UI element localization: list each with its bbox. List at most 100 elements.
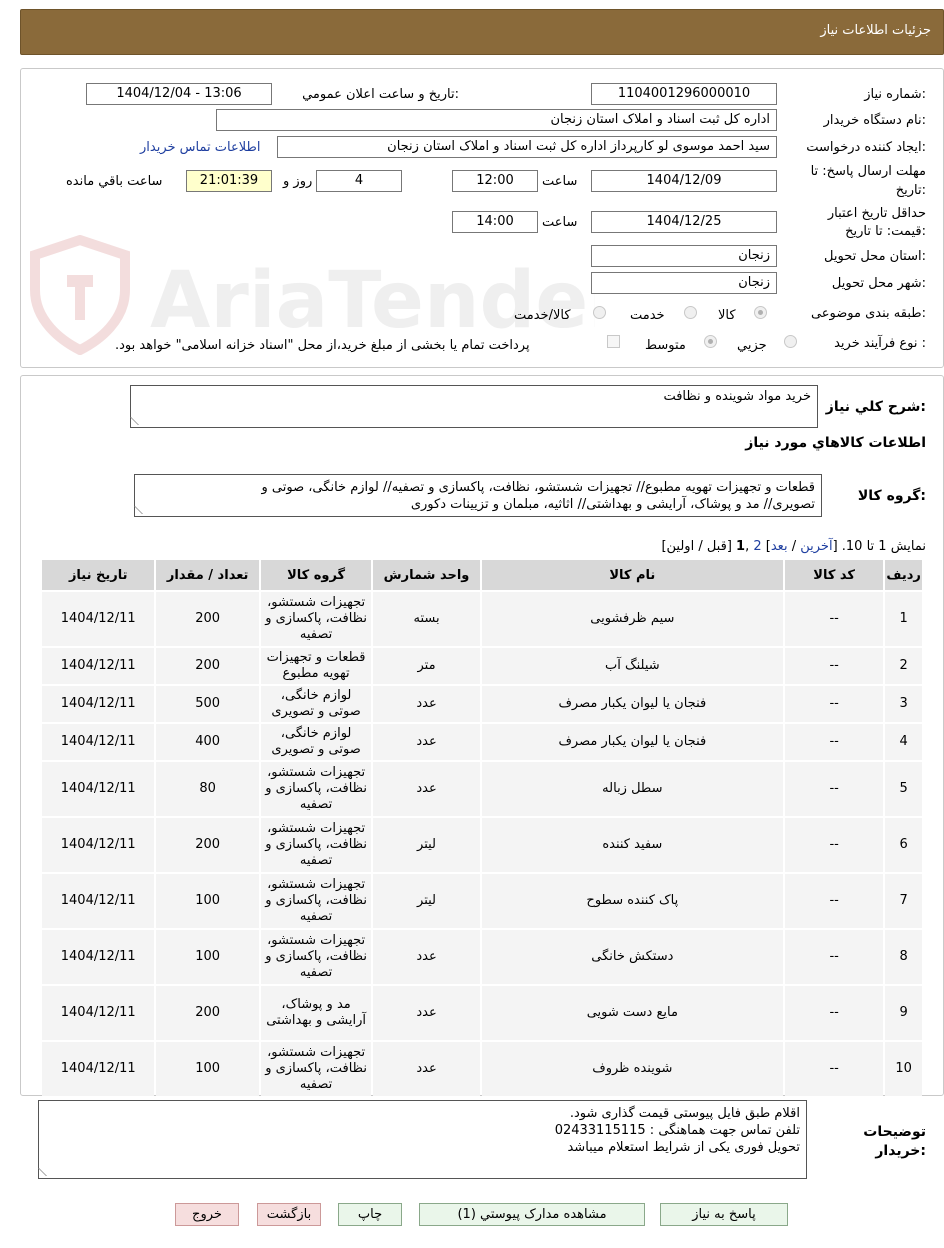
cell-item-name: شوینده ظروف bbox=[481, 1042, 783, 1096]
category-radio-goods-service[interactable] bbox=[593, 306, 606, 319]
cell-item-name: سطل زباله bbox=[481, 762, 783, 816]
cell-quantity: 200 bbox=[156, 986, 259, 1040]
cell-quantity: 100 bbox=[156, 874, 259, 928]
cell-item-group: تجهیزات شستشو، نظافت، پاکسازی و تصفیه bbox=[260, 762, 372, 816]
validity-date-field: 1404/12/25 bbox=[591, 211, 777, 233]
page-header: جزئیات اطلاعات نیاز bbox=[20, 9, 944, 55]
category-label: طبقه بندی موضوعی: bbox=[810, 306, 926, 321]
validity-label-2: قیمت: تا تاریخ: bbox=[845, 224, 926, 239]
cell-item-code: -- bbox=[784, 762, 884, 816]
col-header-need-date: تاریخ نیاز bbox=[42, 560, 155, 590]
goods-group-textarea[interactable]: قطعات و تجهیزات تهویه مطبوع// تجهیزات شس… bbox=[134, 474, 822, 517]
city-field: زنجان bbox=[591, 272, 777, 294]
cell-item-code: -- bbox=[784, 818, 884, 872]
process-option-medium: متوسط bbox=[645, 338, 686, 353]
category-radio-goods[interactable] bbox=[754, 306, 767, 319]
cell-need-date: 1404/12/11 bbox=[42, 1042, 155, 1096]
cell-item-name: سیم ظرفشویی bbox=[481, 592, 783, 646]
treasury-payment-note: پرداخت تمام یا بخشی از مبلغ خرید،از محل … bbox=[115, 338, 530, 353]
pager-rest: [قبل / اولین] bbox=[661, 539, 737, 554]
cell-row-number: 10 bbox=[885, 1042, 922, 1096]
cell-unit: عدد bbox=[373, 1042, 480, 1096]
cell-need-date: 1404/12/11 bbox=[42, 818, 155, 872]
print-button[interactable]: چاپ bbox=[338, 1203, 402, 1226]
cell-item-name: شیلنگ آب bbox=[481, 648, 783, 684]
table-row: 8 -- دستکش خانگی عدد تجهیزات شستشو، نظافت، پ… bbox=[42, 930, 922, 984]
notes-line-3: تحویل فوری یکی از شرایط استعلام میباشد bbox=[567, 1140, 800, 1155]
treasury-payment-checkbox[interactable] bbox=[607, 335, 620, 348]
exit-button[interactable]: خروج bbox=[175, 1203, 239, 1226]
cell-quantity: 80 bbox=[156, 762, 259, 816]
cell-need-date: 1404/12/11 bbox=[42, 686, 155, 722]
col-header-unit: واحد شمارش bbox=[373, 560, 480, 590]
buyer-contact-link[interactable]: اطلاعات تماس خریدار bbox=[140, 140, 260, 155]
cell-item-group: مد و پوشاک، آرایشی و بهداشتی bbox=[260, 986, 372, 1040]
deadline-time-field: 12:00 bbox=[452, 170, 538, 192]
cell-item-code: -- bbox=[784, 592, 884, 646]
cell-item-code: -- bbox=[784, 874, 884, 928]
cell-item-group: تجهیزات شستشو، نظافت، پاکسازی و تصفیه bbox=[260, 874, 372, 928]
goods-group-line-1: قطعات و تجهیزات تهویه مطبوع// تجهیزات شس… bbox=[261, 480, 815, 495]
pager-page-2-link[interactable]: 2 bbox=[753, 539, 761, 554]
pager-close: ] bbox=[761, 539, 771, 554]
table-row: 10 -- شوینده ظروف عدد تجهیزات شستشو، نظافت، … bbox=[42, 1042, 922, 1096]
cell-item-group: تجهیزات شستشو، نظافت، پاکسازی و تصفیه bbox=[260, 818, 372, 872]
deadline-time-label: ساعت bbox=[542, 174, 578, 189]
cell-unit: عدد bbox=[373, 724, 480, 760]
pager-last-link[interactable]: آخرین bbox=[800, 539, 832, 554]
cell-item-group: تجهیزات شستشو، نظافت، پاکسازی و تصفیه bbox=[260, 592, 372, 646]
remaining-time-field: 21:01:39 bbox=[186, 170, 272, 192]
cell-need-date: 1404/12/11 bbox=[42, 592, 155, 646]
requester-label: ایجاد کننده درخواست: bbox=[806, 140, 926, 155]
view-attachments-button[interactable]: مشاهده مدارک پیوستي (1) bbox=[419, 1203, 645, 1226]
table-row: 3 -- فنجان یا لیوان یکبار مصرف عدد لوازم خان… bbox=[42, 686, 922, 722]
cell-item-group: قطعات و تجهیزات تهویه مطبوع bbox=[260, 648, 372, 684]
cell-row-number: 1 bbox=[885, 592, 922, 646]
cell-row-number: 7 bbox=[885, 874, 922, 928]
category-radio-service[interactable] bbox=[684, 306, 697, 319]
deadline-label: مهلت ارسال پاسخ: تا bbox=[810, 164, 926, 179]
cell-row-number: 4 bbox=[885, 724, 922, 760]
cell-quantity: 400 bbox=[156, 724, 259, 760]
buyer-org-label: نام دستگاه خریدار: bbox=[823, 113, 926, 128]
process-radio-medium[interactable] bbox=[704, 335, 717, 348]
col-header-item-code: کد کالا bbox=[784, 560, 884, 590]
back-button[interactable]: بازگشت bbox=[257, 1203, 321, 1226]
resize-grip-icon[interactable] bbox=[130, 417, 147, 425]
cell-need-date: 1404/12/11 bbox=[42, 648, 155, 684]
cell-item-name: مایع دست شویی bbox=[481, 986, 783, 1040]
cell-item-code: -- bbox=[784, 1042, 884, 1096]
summary-label: شرح کلي نیاز: bbox=[825, 399, 926, 415]
cell-item-name: پاک کننده سطوح bbox=[481, 874, 783, 928]
cell-unit: عدد bbox=[373, 930, 480, 984]
table-row: 6 -- سفید کننده لیتر تجهیزات شستشو، نظافت، پ… bbox=[42, 818, 922, 872]
summary-textarea[interactable]: خرید مواد شوینده و نظافت bbox=[130, 385, 818, 428]
goods-group-line-2: تصویری// مد و پوشاک، آرایشی و بهداشتی// … bbox=[410, 497, 815, 512]
cell-need-date: 1404/12/11 bbox=[42, 986, 155, 1040]
watermark-logo: AriaTender.neT bbox=[30, 235, 595, 355]
table-row: 7 -- پاک کننده سطوح لیتر تجهیزات شستشو، نظاف… bbox=[42, 874, 922, 928]
notes-label-2: خریدار: bbox=[875, 1143, 926, 1159]
pager-next-link[interactable]: بعد bbox=[771, 539, 788, 554]
cell-unit: متر bbox=[373, 648, 480, 684]
cell-quantity: 100 bbox=[156, 1042, 259, 1096]
col-header-item-group: گروه کالا bbox=[260, 560, 372, 590]
cell-unit: عدد bbox=[373, 686, 480, 722]
cell-item-group: لوازم خانگی، صوتی و تصویری bbox=[260, 686, 372, 722]
reply-to-need-button[interactable]: پاسخ به نیاز bbox=[660, 1203, 788, 1226]
cell-quantity: 500 bbox=[156, 686, 259, 722]
buyer-notes-textarea[interactable]: اقلام طبق فایل پیوستی قیمت گذاری شود. تل… bbox=[38, 1100, 807, 1179]
cell-item-group: لوازم خانگی، صوتی و تصویری bbox=[260, 724, 372, 760]
category-option-goods: کالا bbox=[718, 308, 736, 323]
pager-prefix: نمایش 1 تا 10. [ bbox=[832, 539, 926, 554]
col-header-row-number: ردیف bbox=[885, 560, 922, 590]
resize-grip-icon[interactable] bbox=[38, 1168, 55, 1176]
svg-text:AriaTender.neT: AriaTender.neT bbox=[150, 256, 595, 346]
requester-field: سید احمد موسوی لو کارپرداز اداره کل ثبت … bbox=[277, 136, 777, 158]
process-radio-minor[interactable] bbox=[784, 335, 797, 348]
cell-item-code: -- bbox=[784, 724, 884, 760]
cell-need-date: 1404/12/11 bbox=[42, 930, 155, 984]
notes-label: توضیحات bbox=[863, 1124, 926, 1140]
goods-table: ردیف کد کالا نام کالا واحد شمارش گروه کا… bbox=[40, 558, 924, 1098]
notes-line-2: تلفن تماس جهت هماهنگی : 02433115115 bbox=[554, 1123, 800, 1138]
